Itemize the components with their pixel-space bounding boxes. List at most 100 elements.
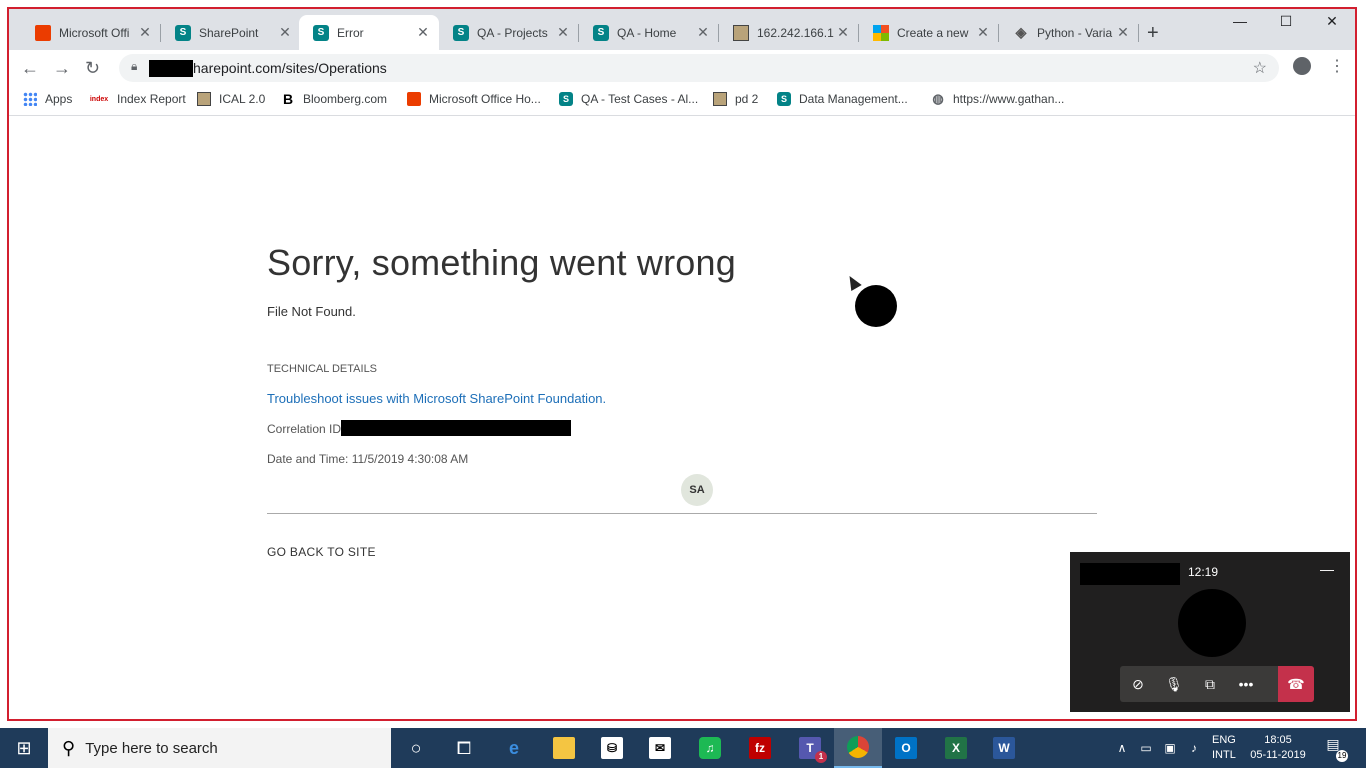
search-icon: ⚲ — [62, 737, 76, 758]
tab-create-new[interactable]: Create a new ✕ — [859, 15, 999, 50]
close-icon[interactable]: ✕ — [695, 24, 711, 41]
bookmark-index-report[interactable]: index Index Report — [89, 92, 186, 106]
windows-start-icon[interactable]: ⊞ — [0, 728, 48, 768]
call-controls: ⊘ 🎙︎ ⧉ ••• ☎︎ — [1120, 666, 1314, 702]
tab-qa-home[interactable]: S QA - Home ✕ — [579, 15, 719, 50]
maximize-window-button[interactable]: ☐ — [1263, 13, 1309, 30]
close-icon[interactable]: ✕ — [975, 24, 991, 41]
index-logo-icon: index — [89, 95, 109, 103]
browser-menu-icon[interactable]: ⋮ — [1329, 56, 1345, 76]
bookmark-star-icon[interactable]: ☆ — [1253, 58, 1267, 78]
call-mini-window[interactable]: 12:19 — ⊘ 🎙︎ ⧉ ••• ☎︎ — [1070, 552, 1350, 712]
close-icon[interactable]: ✕ — [1115, 24, 1131, 41]
task-view-icon[interactable]: ⧠ — [440, 728, 488, 768]
close-icon[interactable]: ✕ — [415, 24, 431, 41]
reload-icon[interactable]: ↻ — [85, 58, 100, 79]
caller-avatar — [1178, 589, 1246, 657]
tab-ip-address[interactable]: 162.242.166.1 ✕ — [719, 15, 859, 50]
image-icon — [733, 24, 749, 41]
date-and-time: Date and Time: 11/5/2019 4:30:08 AM — [267, 452, 469, 466]
redacted-correlation-id — [341, 420, 571, 436]
back-arrow-icon[interactable]: ← — [21, 58, 39, 79]
bloomberg-icon: B — [282, 91, 294, 107]
store-icon[interactable]: ⛁ — [588, 728, 636, 768]
taskbar-clock[interactable]: 18:05 05-11-2019 — [1246, 733, 1310, 763]
chrome-icon[interactable] — [834, 728, 882, 768]
edge-icon[interactable]: e — [490, 728, 538, 768]
bookmark-ical[interactable]: ICAL 2.0 — [197, 92, 265, 106]
windows-taskbar: ⊞ ⚲ Type here to search ○ ⧠ e ⛁ ✉ ♫ fz T… — [0, 728, 1366, 768]
language-indicator[interactable]: ENG INTL — [1212, 733, 1236, 763]
avatar[interactable]: SA — [681, 474, 713, 506]
network-icon[interactable]: ▣ — [1158, 728, 1182, 768]
troubleshoot-link[interactable]: Troubleshoot issues with Microsoft Share… — [267, 391, 606, 406]
close-icon[interactable]: ✕ — [835, 24, 851, 41]
teams-icon[interactable]: T1 — [786, 728, 834, 768]
word-icon[interactable]: W — [980, 728, 1028, 768]
tab-python[interactable]: ◈ Python - Varia ✕ — [999, 15, 1139, 50]
mail-icon[interactable]: ✉ — [636, 728, 684, 768]
close-window-button[interactable]: ✕ — [1309, 13, 1355, 30]
call-duration: 12:19 — [1188, 565, 1219, 579]
bookmark-label: ICAL 2.0 — [219, 92, 266, 106]
close-icon[interactable]: ✕ — [277, 24, 293, 41]
minimize-window-button[interactable]: — — [1217, 13, 1263, 29]
notification-count: 19 — [1336, 750, 1348, 762]
sharepoint-icon: S — [175, 24, 191, 41]
camera-off-icon[interactable]: ⊘ — [1120, 676, 1156, 693]
bookmark-qa-test-cases[interactable]: S QA - Test Cases - Al... — [559, 92, 698, 106]
more-options-icon[interactable]: ••• — [1228, 676, 1264, 692]
tab-title: QA - Projects — [477, 25, 548, 40]
notification-center-icon[interactable]: ▤ 19 — [1322, 736, 1348, 762]
tab-microsoft-office[interactable]: Microsoft Offi ✕ — [21, 15, 161, 50]
redacted-circle — [855, 285, 897, 327]
image-icon — [713, 92, 727, 106]
page-title: Sorry, something went wrong — [267, 242, 736, 283]
share-screen-icon[interactable]: ⧉ — [1192, 676, 1228, 693]
mouse-cursor-icon — [844, 272, 862, 292]
spotify-icon[interactable]: ♫ — [686, 728, 734, 768]
filezilla-icon[interactable]: fz — [736, 728, 784, 768]
minimize-call-button[interactable]: — — [1320, 561, 1334, 577]
microphone-icon[interactable]: 🎙︎ — [1156, 676, 1192, 693]
address-bar[interactable]: 🔒︎ harepoint.com/sites/Operations ☆ — [119, 54, 1279, 82]
lock-icon: 🔒︎ — [131, 59, 138, 73]
bookmark-microsoft-office[interactable]: Microsoft Office Ho... — [407, 92, 541, 106]
bookmark-gathan[interactable]: ◍ https://www.gathan... — [931, 91, 1064, 106]
outlook-icon[interactable]: O — [882, 728, 930, 768]
tab-qa-projects[interactable]: S QA - Projects ✕ — [439, 15, 579, 50]
profile-avatar-icon[interactable] — [1293, 57, 1311, 75]
forward-arrow-icon[interactable]: → — [53, 58, 71, 79]
bookmark-apps[interactable]: Apps — [23, 92, 72, 106]
cortana-icon[interactable]: ○ — [392, 728, 440, 768]
hang-up-button[interactable]: ☎︎ — [1278, 666, 1314, 702]
bookmark-label: pd 2 — [735, 92, 759, 106]
tab-title: Error — [337, 25, 364, 40]
tab-error[interactable]: S Error ✕ — [299, 15, 439, 50]
bookmark-data-management[interactable]: S Data Management... — [777, 92, 908, 106]
bookmark-pd2[interactable]: pd 2 — [713, 92, 758, 106]
volume-icon[interactable]: ♪ — [1182, 728, 1206, 768]
excel-icon[interactable]: X — [932, 728, 980, 768]
go-back-to-site-link[interactable]: GO BACK TO SITE — [267, 545, 376, 559]
apps-grid-icon — [23, 92, 37, 106]
error-message: File Not Found. — [267, 304, 356, 319]
close-icon[interactable]: ✕ — [555, 24, 571, 41]
close-icon[interactable]: ✕ — [137, 24, 153, 41]
show-hidden-icons-chevron[interactable]: ∧ — [1110, 728, 1134, 768]
new-tab-button[interactable]: + — [1147, 22, 1159, 45]
bookmark-bloomberg[interactable]: B Bloomberg.com — [281, 91, 387, 107]
address-url[interactable]: harepoint.com/sites/Operations — [193, 60, 387, 76]
office-icon — [407, 92, 421, 106]
taskbar-search-box[interactable]: ⚲ Type here to search — [48, 728, 391, 768]
file-explorer-icon[interactable] — [540, 728, 588, 768]
technical-details-heading: TECHNICAL DETAILS — [267, 363, 378, 375]
language-bottom: INTL — [1212, 749, 1236, 761]
tab-strip: Microsoft Offi ✕ S SharePoint ✕ S Error … — [9, 9, 1355, 50]
clock-time: 18:05 — [1264, 734, 1292, 746]
browser-toolbar: ← → ↻ 🔒︎ harepoint.com/sites/Operations … — [9, 50, 1355, 86]
tab-sharepoint[interactable]: S SharePoint ✕ — [161, 15, 301, 50]
redacted-url-block — [149, 60, 193, 77]
battery-icon[interactable]: ▭ — [1134, 728, 1158, 768]
bookmarks-bar: Apps index Index Report ICAL 2.0 B Bloom… — [9, 86, 1355, 116]
